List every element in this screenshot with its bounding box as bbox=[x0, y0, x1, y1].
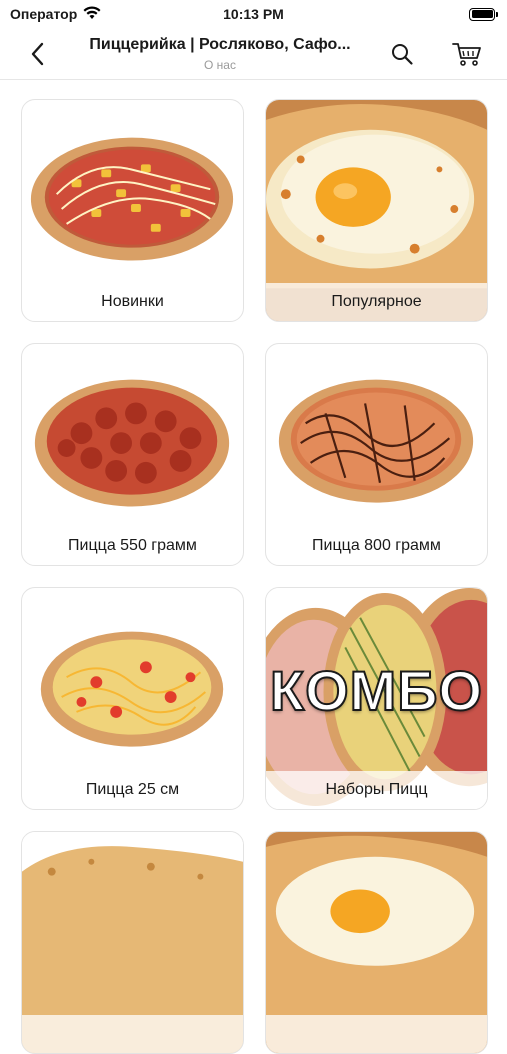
search-button[interactable] bbox=[386, 38, 418, 70]
category-label: Пицца 550 грамм bbox=[68, 537, 197, 554]
cart-icon bbox=[452, 43, 481, 66]
page-title: Пиццерийка | Росляково, Сафо... bbox=[89, 36, 351, 53]
category-label: Пицца 25 см bbox=[85, 781, 180, 798]
category-card-pizza-sets[interactable]: КОМБО Наборы Пицц bbox=[265, 587, 488, 810]
category-label: Наборы Пицц bbox=[266, 771, 487, 809]
category-card-khachapuri[interactable] bbox=[265, 831, 488, 1054]
category-grid: Новинки Популярное Пицца 550 грамм Пицца… bbox=[21, 99, 488, 1054]
carrier-group: Оператор bbox=[10, 5, 101, 23]
category-card-new[interactable]: Новинки bbox=[21, 99, 244, 322]
cart-button[interactable] bbox=[450, 38, 484, 70]
category-card-pizza-800g[interactable]: Пицца 800 грамм bbox=[265, 343, 488, 566]
wifi-icon bbox=[83, 5, 101, 23]
navigation-bar: Пиццерийка | Росляково, Сафо... О нас bbox=[0, 28, 507, 80]
carrier-label: Оператор bbox=[10, 6, 78, 22]
status-bar: Оператор 10:13 PM bbox=[0, 0, 507, 28]
category-label: Новинки bbox=[101, 293, 164, 310]
battery-icon bbox=[469, 7, 498, 21]
category-label bbox=[22, 1015, 243, 1053]
category-card-pizza-550g[interactable]: Пицца 550 грамм bbox=[21, 343, 244, 566]
chevron-left-icon bbox=[31, 42, 44, 66]
nav-title-group: Пиццерийка | Росляково, Сафо... О нас bbox=[70, 36, 370, 72]
category-card-popular[interactable]: Популярное bbox=[265, 99, 488, 322]
category-label: Популярное bbox=[266, 283, 487, 321]
battery-fill bbox=[471, 10, 493, 18]
page-subtitle[interactable]: О нас bbox=[70, 58, 370, 72]
combo-overlay-text: КОМБО bbox=[269, 658, 484, 723]
back-button[interactable] bbox=[22, 38, 54, 70]
category-card-calzone[interactable] bbox=[21, 831, 244, 1054]
search-icon bbox=[392, 44, 413, 65]
category-label: Пицца 800 грамм bbox=[312, 537, 441, 554]
category-card-pizza-25cm[interactable]: Пицца 25 см bbox=[21, 587, 244, 810]
category-label bbox=[266, 1015, 487, 1053]
